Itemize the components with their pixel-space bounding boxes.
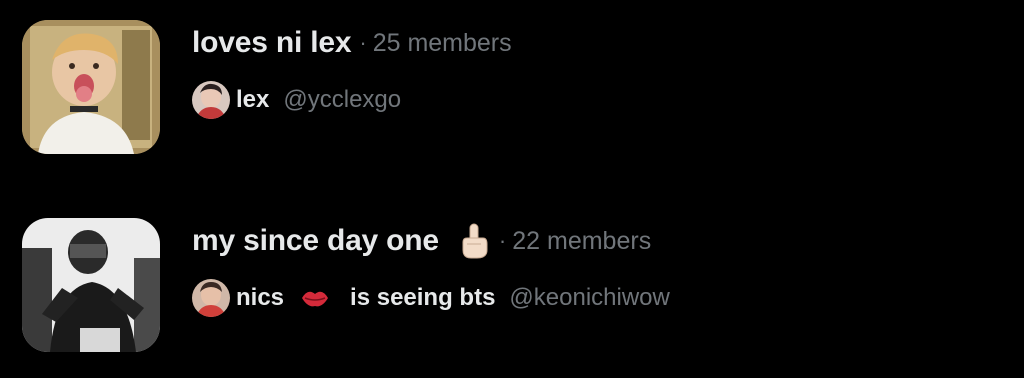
list-title-row: loves ni lex · 25 members bbox=[192, 21, 512, 65]
pointing-up-icon bbox=[457, 222, 491, 260]
list-item[interactable]: my since day one · 22 members nics is se… bbox=[0, 214, 1024, 354]
list-item[interactable]: loves ni lex · 25 members lex @ycclexgo bbox=[0, 16, 1024, 156]
owner-handle: @keonichiwow bbox=[509, 284, 670, 311]
lips-icon bbox=[300, 286, 330, 310]
list-owner[interactable]: lex @ycclexgo bbox=[192, 80, 401, 120]
avatar bbox=[192, 81, 230, 119]
separator-dot: · bbox=[359, 30, 367, 55]
list-thumbnail bbox=[22, 20, 160, 154]
separator-dot: · bbox=[498, 228, 507, 253]
owner-display-name-suffix: is seeing bts bbox=[350, 284, 496, 311]
owner-handle: @ycclexgo bbox=[283, 86, 402, 113]
avatar bbox=[192, 279, 230, 317]
avatar-icon bbox=[192, 279, 230, 317]
owner-display-name: nics bbox=[236, 284, 285, 311]
owner-display-name: lex bbox=[236, 86, 270, 113]
member-count: 22 members bbox=[512, 226, 652, 255]
list-name[interactable]: loves ni lex bbox=[192, 26, 352, 60]
photo-thumbnail-icon bbox=[22, 20, 160, 154]
photo-thumbnail-icon bbox=[22, 218, 160, 352]
avatar-icon bbox=[192, 81, 230, 119]
list-owner[interactable]: nics is seeing bts @keonichiwow bbox=[192, 278, 670, 318]
list-title-row: my since day one · 22 members bbox=[192, 219, 651, 263]
list-thumbnail bbox=[22, 218, 160, 352]
member-count: 25 members bbox=[372, 28, 512, 57]
list-name[interactable]: my since day one bbox=[192, 224, 439, 258]
